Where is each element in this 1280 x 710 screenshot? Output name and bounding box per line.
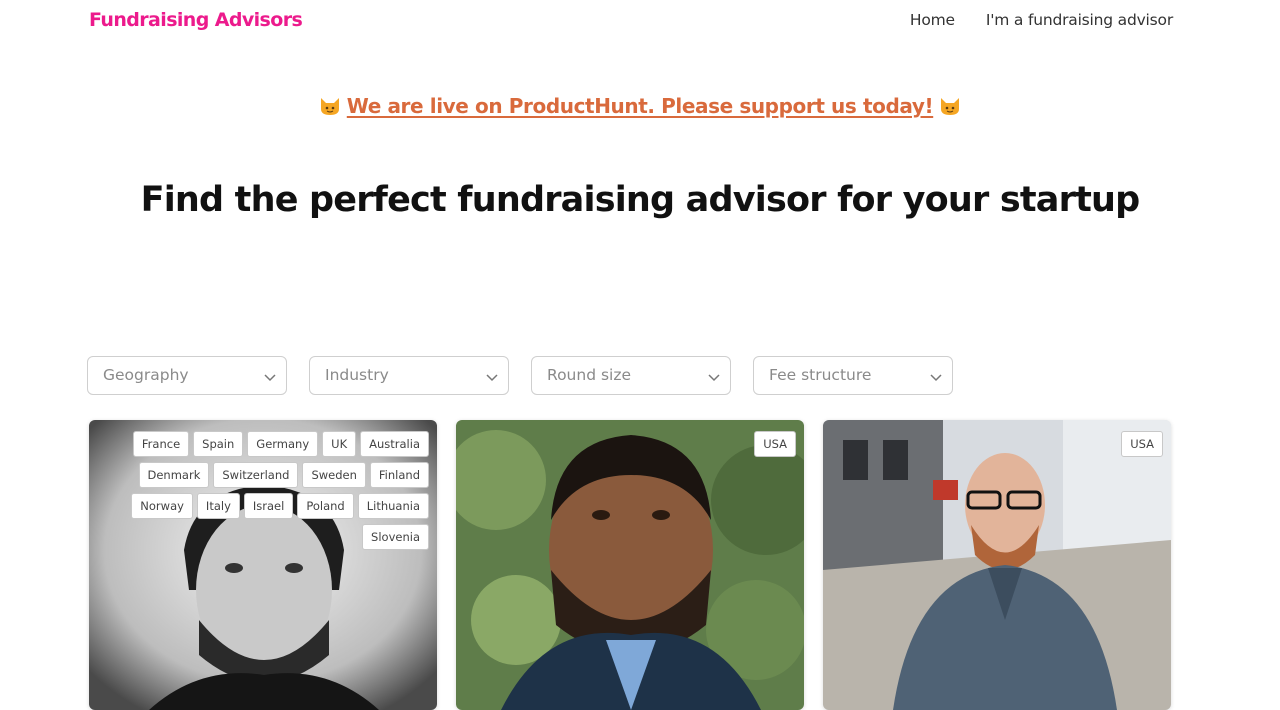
top-nav: Fundraising Advisors Home I'm a fundrais…	[0, 0, 1280, 44]
country-tag: France	[132, 431, 190, 457]
country-tag: USA	[1121, 431, 1163, 457]
advisor-grid: France Spain Germany UK Australia Denmar…	[89, 420, 1171, 710]
advisor-card[interactable]: USA	[823, 420, 1171, 710]
country-tag: Lithuania	[357, 493, 429, 519]
advisor-card[interactable]: USA	[456, 420, 804, 710]
advisor-photo	[456, 420, 804, 710]
country-tag: Norway	[131, 493, 193, 519]
producthunt-link[interactable]: We are live on ProductHunt. Please suppo…	[313, 94, 967, 118]
country-tag: Finland	[369, 462, 429, 488]
select-placeholder: Fee structure	[769, 366, 872, 384]
country-tag: USA	[754, 431, 796, 457]
country-tag: Switzerland	[213, 462, 299, 488]
country-tags: USA	[456, 431, 796, 457]
cat-emoji-icon	[320, 98, 339, 115]
country-tag: Australia	[360, 431, 429, 457]
country-tag: Italy	[196, 493, 240, 519]
nav-links: Home I'm a fundraising advisor	[910, 11, 1173, 29]
country-tag: Poland	[297, 493, 354, 519]
chevron-down-icon	[486, 374, 498, 382]
advisor-card[interactable]: France Spain Germany UK Australia Denmar…	[89, 420, 437, 710]
promo-banner: We are live on ProductHunt. Please suppo…	[0, 94, 1280, 118]
filter-bar: Geography Industry Round size Fee struct…	[87, 356, 953, 395]
industry-select[interactable]: Industry	[309, 356, 509, 395]
nav-link-home[interactable]: Home	[910, 11, 955, 29]
chevron-down-icon	[930, 374, 942, 382]
select-placeholder: Geography	[103, 366, 189, 384]
geography-select[interactable]: Geography	[87, 356, 287, 395]
country-tags: USA	[823, 431, 1163, 457]
cat-emoji-icon	[941, 98, 960, 115]
page-title: Find the perfect fundraising advisor for…	[140, 180, 1141, 220]
chevron-down-icon	[708, 374, 720, 382]
select-placeholder: Industry	[325, 366, 389, 384]
country-tag: Slovenia	[362, 524, 429, 550]
chevron-down-icon	[264, 374, 276, 382]
promo-text: We are live on ProductHunt. Please suppo…	[346, 94, 934, 118]
country-tag: Sweden	[302, 462, 366, 488]
country-tag: Israel	[243, 493, 294, 519]
country-tag: UK	[322, 431, 357, 457]
select-placeholder: Round size	[547, 366, 632, 384]
round-size-select[interactable]: Round size	[531, 356, 731, 395]
country-tags: France Spain Germany UK Australia Denmar…	[89, 431, 429, 550]
fee-structure-select[interactable]: Fee structure	[753, 356, 953, 395]
hero: Find the perfect fundraising advisor for…	[0, 180, 1280, 220]
advisor-photo	[823, 420, 1171, 710]
country-tag: Spain	[193, 431, 244, 457]
brand-logo[interactable]: Fundraising Advisors	[89, 9, 303, 31]
nav-link-advisor-signup[interactable]: I'm a fundraising advisor	[986, 11, 1173, 29]
country-tag: Denmark	[138, 462, 210, 488]
country-tag: Germany	[247, 431, 319, 457]
